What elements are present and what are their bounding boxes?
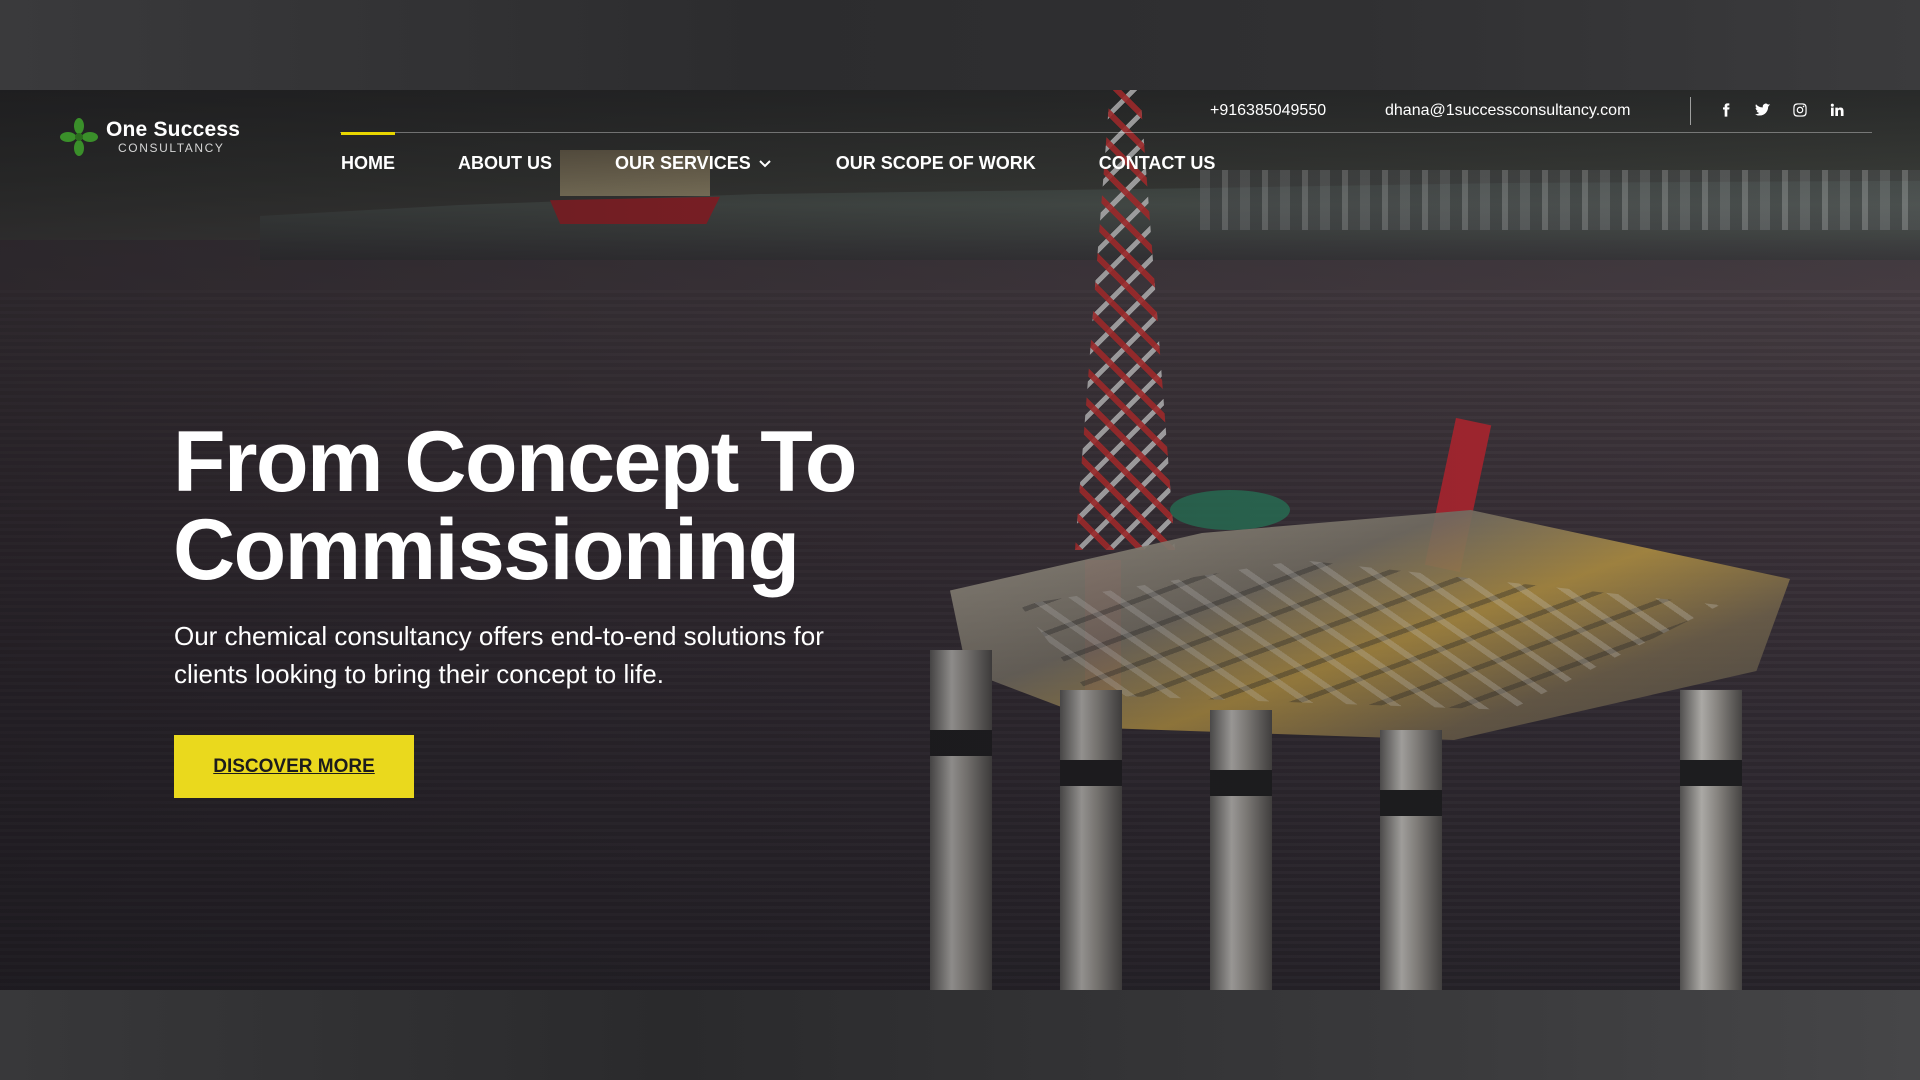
hero-subtext: Our chemical consultancy offers end-to-e… [174,617,894,693]
hero-subtext-line2: clients looking to bring their concept t… [174,659,664,689]
nav-our-services[interactable]: OUR SERVICES [615,133,773,193]
nav-scope-of-work[interactable]: OUR SCOPE OF WORK [836,133,1036,193]
brand-name: One Success [106,118,241,141]
main-nav: HOME ABOUT US OUR SERVICES OUR SCOPE OF … [341,132,1278,193]
brand-tagline: CONSULTANCY [118,141,225,155]
nav-about-label: ABOUT US [458,153,552,173]
twitter-icon[interactable] [1752,99,1773,121]
brand-logo[interactable]: One Success CONSULTANCY [58,116,240,158]
discover-more-button[interactable]: DISCOVER MORE [174,735,414,798]
letterbox-top [0,0,1920,90]
nav-services-label: OUR SERVICES [615,153,751,173]
nav-scope-label: OUR SCOPE OF WORK [835,153,1036,173]
brand-text: One Success CONSULTANCY [106,118,241,156]
hero-headline-line1: From Concept To [173,414,857,510]
hero-subtext-line1: Our chemical consultancy offers end-to-e… [174,621,824,651]
nav-about-us[interactable]: ABOUT US [458,133,552,193]
contact-phone[interactable]: +916385049550 [1210,102,1326,120]
nav-contact-us[interactable]: CONTACT US [1099,133,1216,193]
chevron-down-icon [757,153,773,177]
linkedin-icon[interactable] [1826,99,1847,121]
leaf-cross-logo-icon [60,118,98,156]
social-links [1715,99,1847,121]
nav-home[interactable]: HOME [341,132,395,193]
contact-email[interactable]: dhana@1successconsultancy.com [1385,102,1630,120]
nav-contact-label: CONTACT US [1098,153,1216,173]
nav-home-label: HOME [341,153,395,173]
instagram-icon[interactable] [1789,99,1810,121]
hero-headline: From Concept To Commissioning [173,418,933,594]
facebook-icon[interactable] [1715,99,1736,121]
topbar-divider [1690,97,1691,125]
hero-headline-line2: Commissioning [173,502,800,598]
letterbox-bottom [0,990,1920,1080]
